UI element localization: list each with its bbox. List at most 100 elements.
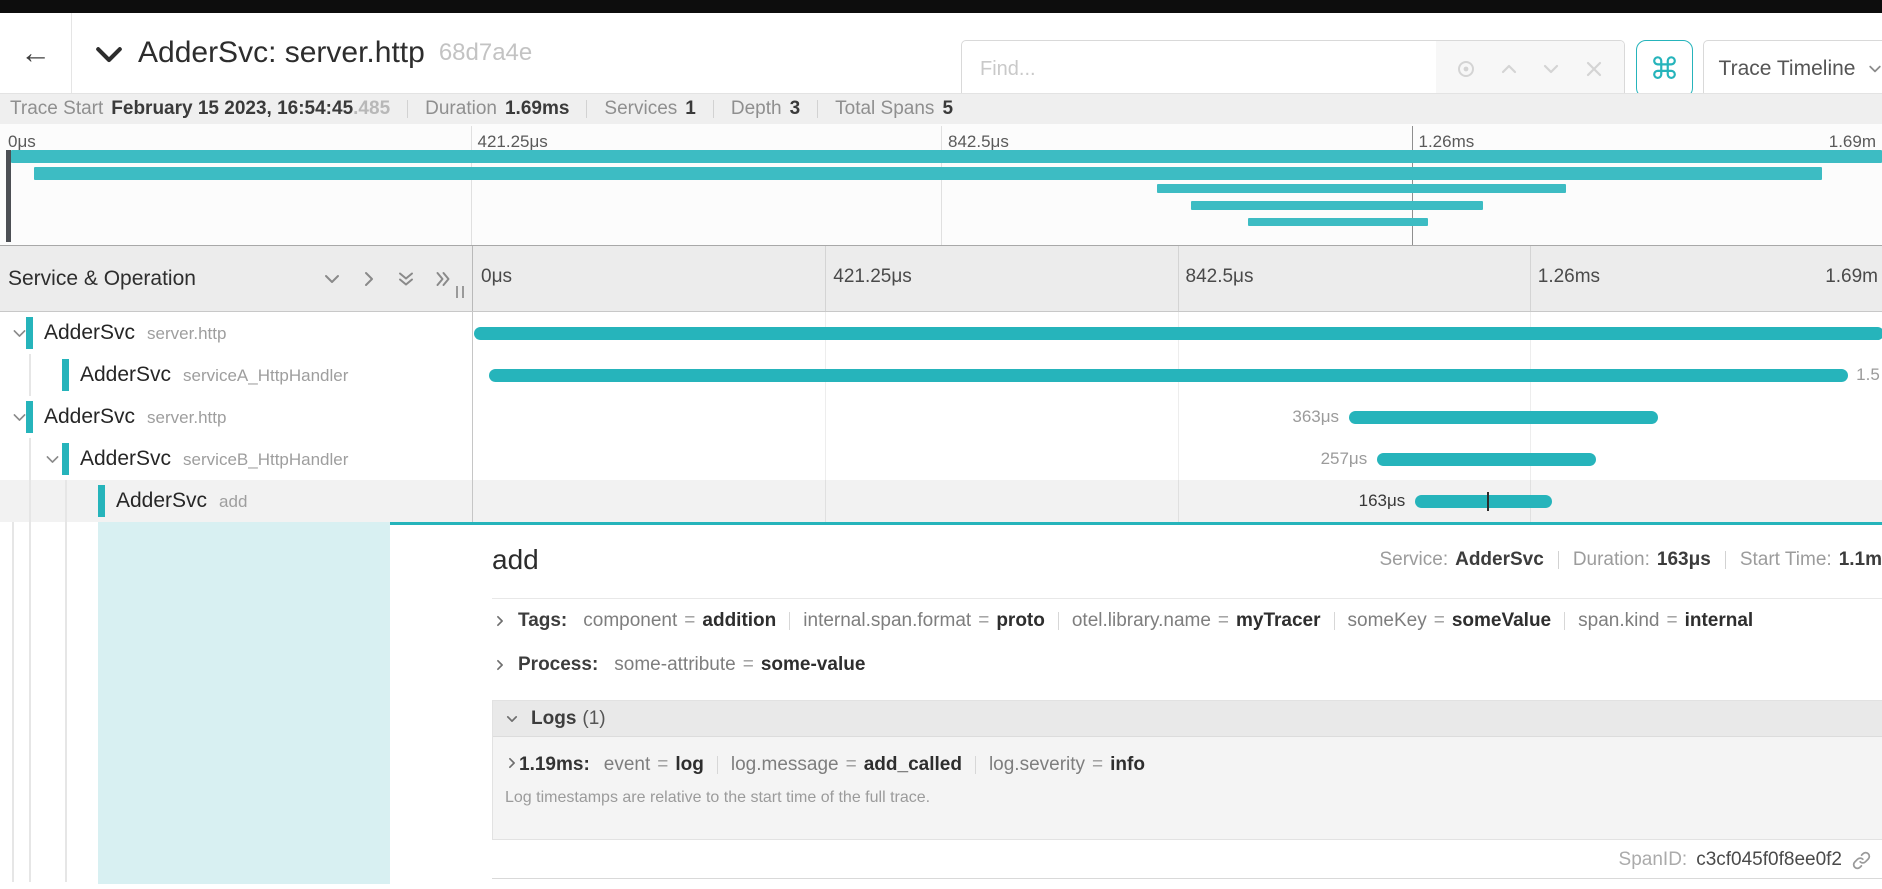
process-accordion[interactable]: Process: some-attribute=some-value <box>492 654 865 676</box>
minimap-viewport-scrubber[interactable] <box>6 150 11 242</box>
key-value-pair: someKey = someValue <box>1348 610 1552 631</box>
tag-key: span.kind <box>1578 610 1659 631</box>
summary-value: February 15 2023, 16:54:45 <box>111 98 353 119</box>
tags-accordion[interactable]: Tags: component=additioninternal.span.fo… <box>492 610 1753 632</box>
span-name-cell[interactable]: AdderSvcserviceA_HttpHandler <box>0 354 472 396</box>
span-bar[interactable] <box>1415 495 1552 508</box>
selected-span-highlight <box>98 522 390 884</box>
span-duration-label: 1.5 <box>1856 365 1880 385</box>
find-input[interactable] <box>962 41 1436 97</box>
copy-link-icon[interactable] <box>1851 850 1872 871</box>
logs-accordion[interactable]: Logs (1) <box>493 701 1882 737</box>
span-name: AdderSvcserviceA_HttpHandler <box>80 363 348 387</box>
equals-sign: = <box>1218 610 1229 631</box>
span-service-name: AdderSvc <box>44 321 135 345</box>
expand-all-icon[interactable] <box>433 269 453 289</box>
summary-label: Duration <box>425 98 497 119</box>
span-bar-area[interactable]: 363μs <box>472 396 1882 438</box>
column-resizer-grip[interactable] <box>456 286 464 298</box>
span-bar-area[interactable]: 257μs <box>472 438 1882 480</box>
detail-header: add Service:AdderSvcDuration:163μsStart … <box>492 544 1882 576</box>
prev-match-icon[interactable] <box>1497 57 1521 81</box>
detail-divider <box>492 598 1882 599</box>
view-selector-label: Trace Timeline <box>1719 57 1856 81</box>
separator <box>1558 551 1559 569</box>
collapse-one-icon[interactable] <box>322 269 342 289</box>
span-name-cell[interactable]: AdderSvcserviceB_HttpHandler <box>0 438 472 480</box>
span-operation-name: server.http <box>147 408 226 428</box>
locate-icon[interactable] <box>1454 57 1478 81</box>
top-black-strip <box>0 0 1882 13</box>
meta-value: 163μs <box>1657 549 1711 570</box>
log-field-key: log.message <box>731 754 839 775</box>
span-id-label: SpanID: <box>1619 849 1688 871</box>
tags-list: component=additioninternal.span.format=p… <box>583 610 1753 632</box>
equals-sign: = <box>1434 610 1445 631</box>
span-bar-area[interactable] <box>472 312 1882 354</box>
minimap-tick-label: 0μs <box>8 132 36 152</box>
back-button[interactable]: ← <box>0 13 72 93</box>
separator <box>1058 612 1059 630</box>
log-marker[interactable] <box>1487 492 1489 511</box>
ruler-tick-label: 842.5μs <box>1186 266 1254 288</box>
process-label: Process: <box>518 654 598 676</box>
span-bar-area[interactable]: 163μs <box>472 480 1882 522</box>
indent-guide <box>29 480 31 522</box>
logs-section: Logs (1) 1.19ms: event=loglog.message=ad… <box>492 700 1882 840</box>
span-detail-section: add Service:AdderSvcDuration:163μsStart … <box>0 522 1882 889</box>
separator <box>975 756 976 774</box>
indent-guide <box>65 480 67 522</box>
separator <box>713 100 714 118</box>
span-duration-label: 363μs <box>1292 407 1339 427</box>
span-name-cell[interactable]: AdderSvc server.http <box>0 312 472 354</box>
span-detail-panel: add Service:AdderSvcDuration:163μsStart … <box>492 522 1882 889</box>
span-bar[interactable] <box>489 369 1848 382</box>
minimap-tick-label: 1.69m <box>1829 132 1876 152</box>
span-operation-name: add <box>219 492 247 512</box>
trace-title-text: AdderSvc: server.http <box>138 36 425 70</box>
meta-item: Duration:163μs <box>1573 549 1711 571</box>
clear-search-icon[interactable] <box>1582 57 1606 81</box>
span-bar[interactable] <box>474 327 1882 340</box>
tag-key: someKey <box>1348 610 1427 631</box>
span-bar[interactable] <box>1377 453 1596 466</box>
next-match-icon[interactable] <box>1539 57 1563 81</box>
span-name-cell[interactable]: AdderSvcserver.http <box>0 396 472 438</box>
tag-value: someValue <box>1452 610 1551 631</box>
chevron-right-icon <box>492 613 508 629</box>
span-service-name: AdderSvc <box>80 363 171 387</box>
trace-collapse-chevron-icon[interactable] <box>94 41 124 67</box>
tag-key: otel.library.name <box>1072 610 1211 631</box>
key-value-pair: otel.library.name=myTracer <box>1072 610 1321 631</box>
minimap[interactable]: 0μs421.25μs842.5μs1.26ms1.69m <box>0 124 1882 246</box>
span-color-bar <box>26 401 33 433</box>
separator <box>717 756 718 774</box>
meta-item: Service:AdderSvc <box>1379 549 1543 571</box>
view-selector-button[interactable]: Trace Timeline <box>1703 40 1882 98</box>
span-operation-name: server.http <box>147 324 226 344</box>
expand-one-icon[interactable] <box>359 269 379 289</box>
indent-guide <box>29 354 31 396</box>
keyboard-shortcuts-button[interactable]: ⌘ <box>1636 40 1693 98</box>
span-name-cell[interactable]: AdderSvcadd <box>0 480 472 522</box>
find-box <box>961 40 1625 98</box>
trace-title: AdderSvc: server.http 68d7a4e <box>138 13 532 93</box>
equals-sign: = <box>1666 610 1677 631</box>
summary-value: 1 <box>685 98 696 119</box>
span-duration-label: 163μs <box>1359 491 1406 511</box>
log-fields: event=loglog.message=add_calledlog.sever… <box>604 754 1145 776</box>
collapse-all-icon[interactable] <box>396 269 416 289</box>
span-operation-name: serviceB_HttpHandler <box>183 450 348 470</box>
span-bar[interactable] <box>1349 411 1658 424</box>
expand-chevron-icon[interactable] <box>43 450 61 468</box>
summary-label: Depth <box>731 98 782 119</box>
logs-label: Logs <box>531 708 576 730</box>
timeline-ruler: 0μs421.25μs842.5μs1.26ms1.69m <box>472 246 1882 311</box>
equals-sign: = <box>684 610 695 631</box>
span-operation-title: add <box>492 544 539 576</box>
log-entry[interactable]: 1.19ms: event=loglog.message=add_calledl… <box>493 737 1882 776</box>
span-bar-area[interactable]: 1.5 <box>472 354 1882 396</box>
tags-label: Tags: <box>518 610 567 632</box>
log-field-value: log <box>675 754 704 775</box>
span-name: AdderSvcserviceB_HttpHandler <box>80 447 348 471</box>
